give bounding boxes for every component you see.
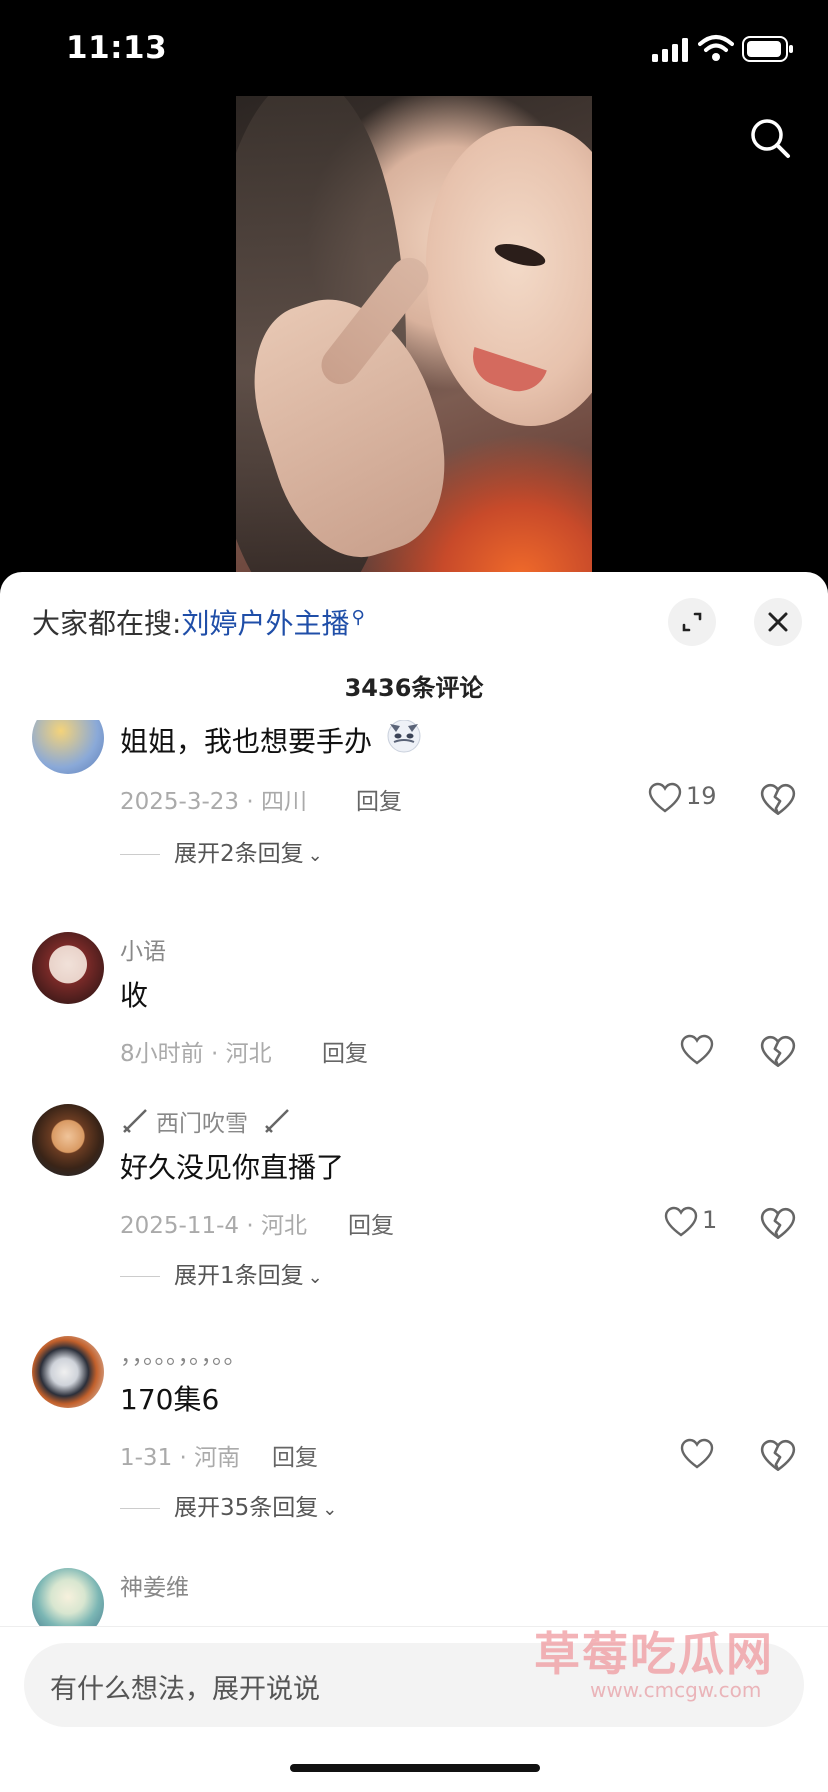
- sword-icon: [123, 1109, 147, 1133]
- reply-button[interactable]: 回复: [322, 1034, 368, 1068]
- small-search-icon: ⚲: [351, 606, 365, 628]
- close-button[interactable]: [754, 598, 802, 646]
- search-icon[interactable]: [748, 116, 792, 160]
- like-button[interactable]: [680, 1434, 760, 1474]
- heart-icon: [680, 1034, 714, 1065]
- comment-text: 收: [120, 979, 149, 1012]
- reply-button[interactable]: 回复: [272, 1438, 318, 1472]
- cat-emoji-icon: [387, 720, 421, 753]
- expand-replies[interactable]: 展开2条回复 ⌄: [120, 834, 323, 868]
- signal-icon: [652, 38, 688, 62]
- status-bar: 11:13: [0, 0, 828, 96]
- heart-icon: [680, 1438, 714, 1469]
- comment-meta: 2025-11-4 · 河北: [120, 1213, 307, 1239]
- avatar[interactable]: [32, 932, 104, 1004]
- expand-replies-label: 展开35条回复: [174, 1495, 319, 1521]
- input-placeholder: 有什么想法，展开说说: [50, 1674, 320, 1705]
- username[interactable]: 小语: [120, 932, 166, 966]
- broken-heart-icon[interactable]: [760, 1034, 796, 1070]
- comment-meta: 8小时前 · 河北: [120, 1041, 272, 1067]
- comment-item: 西门吹雪 好久没见你直播了 2025-11-4 · 河北 回复 1 展开1条回复…: [0, 1104, 828, 1304]
- comment-item: 小语 收 8小时前 · 河北 回复: [0, 932, 828, 1082]
- broken-heart-icon[interactable]: [760, 1438, 796, 1474]
- broken-heart-icon[interactable]: [760, 1206, 796, 1242]
- chevron-down-icon: ⌄: [307, 1267, 323, 1288]
- comment-meta: 2025-3-23 · 四川: [120, 789, 307, 815]
- reply-button[interactable]: 回复: [356, 782, 402, 816]
- close-icon: [768, 612, 788, 632]
- avatar[interactable]: [32, 1336, 104, 1408]
- comment-count: 3436条评论: [344, 674, 484, 702]
- wifi-icon: [698, 35, 734, 61]
- comment-text: 好久没见你直播了: [120, 1151, 345, 1184]
- like-button[interactable]: [680, 1030, 760, 1070]
- chevron-down-icon: ⌄: [307, 845, 323, 866]
- avatar[interactable]: [32, 720, 104, 774]
- expand-replies-label: 展开2条回复: [174, 841, 304, 867]
- video-thumbnail[interactable]: [236, 96, 592, 602]
- heart-icon: [664, 1206, 698, 1237]
- username[interactable]: 神姜维: [120, 1568, 189, 1602]
- home-indicator[interactable]: [290, 1764, 540, 1772]
- like-button[interactable]: 19: [648, 778, 728, 818]
- expand-replies-label: 展开1条回复: [174, 1263, 304, 1289]
- watermark-brand: 草莓吃瓜网: [534, 1627, 774, 1681]
- suggestion-label: 大家都在搜:: [32, 607, 182, 640]
- reply-button[interactable]: 回复: [348, 1206, 394, 1240]
- chevron-down-icon: ⌄: [322, 1499, 338, 1520]
- broken-heart-icon[interactable]: [760, 782, 796, 818]
- expand-button[interactable]: [668, 598, 716, 646]
- like-count: 19: [686, 782, 717, 810]
- expand-replies[interactable]: 展开1条回复 ⌄: [120, 1256, 323, 1290]
- battery-icon: [742, 36, 793, 62]
- suggestion-keyword[interactable]: 刘婷户外主播: [181, 607, 349, 640]
- comment-item: ，，。。。，。，。。 170集6 1-31 · 河南 回复 展开35条回复 ⌄: [0, 1336, 828, 1536]
- sword-icon: [265, 1109, 289, 1133]
- comment-meta: 1-31 · 河南: [120, 1445, 241, 1471]
- like-count: 1: [702, 1206, 718, 1234]
- avatar[interactable]: [32, 1104, 104, 1176]
- search-suggestion[interactable]: 大家都在搜:刘婷户外主播 ⚲: [32, 602, 365, 642]
- like-button[interactable]: 1: [664, 1202, 744, 1242]
- comment-item: 姐姐，我也想要手办 2025-3-23 · 四川 回复 19 展开2条回复 ⌄: [0, 720, 828, 892]
- expand-replies[interactable]: 展开35条回复 ⌄: [120, 1488, 337, 1522]
- watermark-url: www.cmcgw.com: [590, 1678, 762, 1702]
- status-time: 11:13: [66, 30, 168, 66]
- heart-icon: [648, 782, 682, 813]
- watermark: 草莓吃瓜网 www.cmcgw.com: [494, 1618, 804, 1722]
- expand-icon: [682, 612, 702, 632]
- comment-list[interactable]: 姐姐，我也想要手办 2025-3-23 · 四川 回复 19 展开2条回复⌄: [0, 720, 828, 1652]
- comment-sheet: 大家都在搜:刘婷户外主播 ⚲ 3436条评论 姐姐，我也想要手办 2025-3-2…: [0, 572, 828, 1792]
- username[interactable]: 西门吹雪: [156, 1104, 248, 1138]
- username[interactable]: ，，。。。，。，。。: [120, 1336, 247, 1370]
- comment-text: 170集6: [120, 1383, 220, 1416]
- comment-text: 姐姐，我也想要手办: [120, 725, 373, 758]
